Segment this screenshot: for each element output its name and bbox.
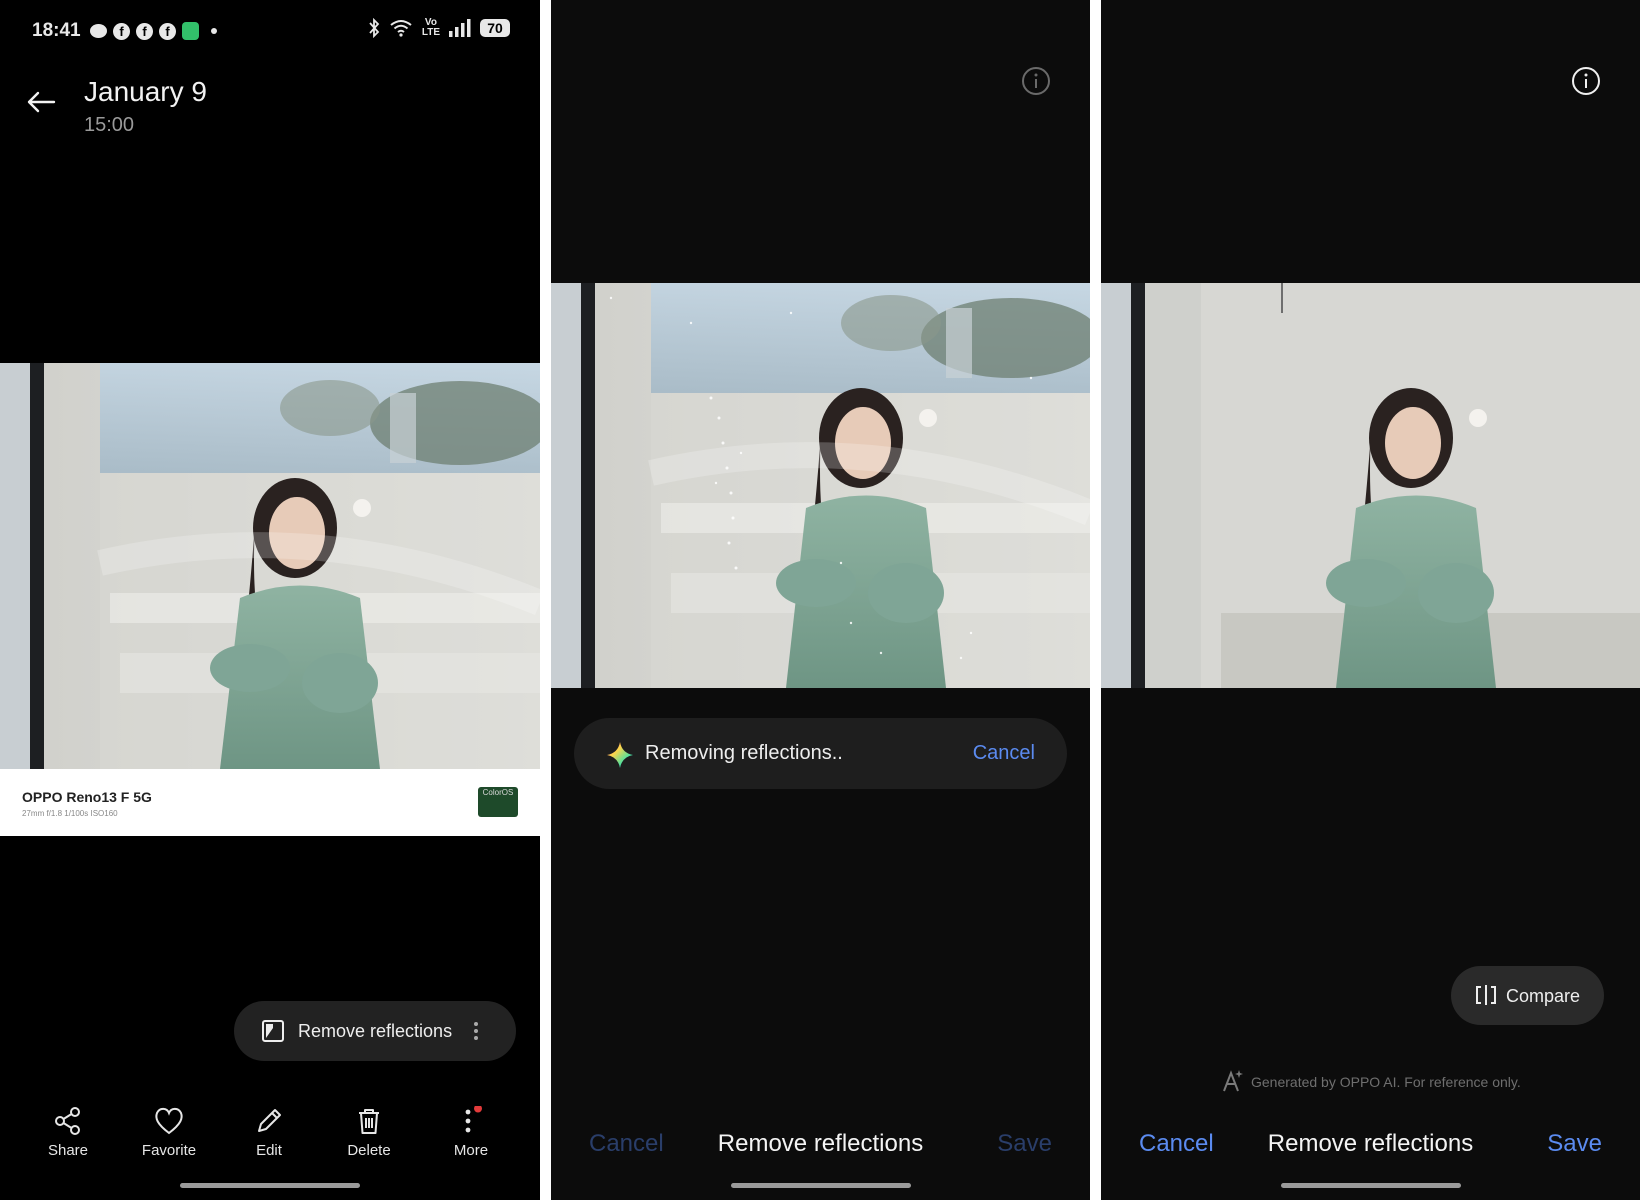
facebook-icon: f: [113, 22, 130, 40]
delete-button[interactable]: Delete: [324, 1106, 414, 1159]
share-button[interactable]: Share: [23, 1106, 113, 1159]
photo-original[interactable]: [0, 363, 540, 769]
more-label: More: [453, 1142, 489, 1159]
save-button-disabled[interactable]: Save: [997, 1130, 1052, 1158]
share-icon: [55, 1107, 80, 1135]
cancel-processing-button[interactable]: Cancel: [973, 742, 1035, 765]
ai-disclaimer: Generated by OPPO AI. For reference only…: [1251, 1074, 1521, 1090]
status-time: 18:41: [32, 20, 81, 41]
info-icon[interactable]: [1571, 66, 1601, 96]
favorite-button[interactable]: Favorite: [124, 1106, 214, 1159]
photo-date-title: January 9: [84, 76, 207, 107]
delete-label: Delete: [347, 1142, 391, 1159]
progress-text: Removing reflections..: [645, 742, 843, 764]
compare-icon: [1476, 985, 1496, 1005]
remove-reflections-suggestion[interactable]: Remove reflections: [234, 1001, 516, 1061]
viewer-toolbar: Share Favorite Edit Delete More: [0, 1106, 540, 1166]
trash-icon: [359, 1109, 379, 1134]
system-icons: Vo LTE 70: [368, 18, 510, 38]
remove-reflections-label: Remove reflections: [298, 1021, 453, 1041]
signal-icon: [449, 19, 471, 37]
edit-label: Edit: [256, 1142, 282, 1159]
camera-info-strip: OPPO Reno13 F 5G 27mm f/1.8 1/100s ISO16…: [0, 769, 540, 836]
progress-banner: Removing reflections.. Cancel: [574, 718, 1067, 789]
battery-icon: 70: [480, 19, 510, 37]
editor-bottom-bar: Cancel Remove reflections Save: [1101, 1130, 1640, 1170]
compare-label: Compare: [1506, 986, 1581, 1006]
photo-result: [1101, 283, 1640, 688]
share-label: Share: [47, 1142, 89, 1159]
processing-panel: Removing reflections.. Cancel Cancel Rem…: [551, 0, 1090, 1200]
camera-model: OPPO Reno13 F 5G: [22, 789, 152, 805]
home-indicator[interactable]: [730, 1183, 911, 1188]
facebook-icon: f: [136, 22, 153, 40]
home-indicator[interactable]: [180, 1183, 360, 1188]
camera-specs: 27mm f/1.8 1/100s ISO160: [22, 809, 118, 818]
chat-bubble-icon: [90, 24, 107, 38]
favorite-label: Favorite: [141, 1142, 197, 1159]
back-arrow-icon[interactable]: [26, 90, 56, 114]
bluetooth-icon: [369, 18, 380, 38]
more-options-icon[interactable]: [472, 1021, 480, 1041]
editor-bottom-bar: Cancel Remove reflections Save: [551, 1130, 1090, 1170]
wifi-icon: [390, 20, 412, 37]
more-vertical-icon: [465, 1106, 482, 1133]
result-panel: Compare Generated by OPPO AI. For refere…: [1101, 0, 1640, 1200]
edit-button[interactable]: Edit: [224, 1106, 314, 1159]
save-button[interactable]: Save: [1547, 1130, 1602, 1158]
volte-bottom: LTE: [421, 27, 440, 38]
heart-icon: [155, 1107, 183, 1135]
notification-icons: f f f: [90, 22, 217, 40]
compare-button[interactable]: Compare: [1451, 966, 1604, 1025]
home-indicator[interactable]: [1280, 1183, 1461, 1188]
reflection-icon: [262, 1020, 284, 1042]
volte-indicator: Vo LTE: [422, 18, 440, 38]
info-icon[interactable]: [1021, 66, 1051, 96]
ai-sparkle-icon: [607, 742, 633, 768]
photo-processing: [551, 283, 1090, 688]
photo-viewer-panel: 18:41 f f f Vo LTE 70 January 9 15:00 OP…: [0, 0, 540, 1200]
app-notification-icon: [182, 22, 199, 40]
status-bar: 18:41 f f f Vo LTE 70: [32, 18, 510, 44]
more-button[interactable]: More: [426, 1106, 516, 1159]
more-notifications-dot: [211, 28, 217, 34]
ai-generated-icon: [1223, 1070, 1243, 1092]
coloros-badge: ColorOS: [478, 787, 518, 817]
badge-text: ColorOS: [482, 788, 514, 797]
notification-dot: [474, 1106, 482, 1113]
pencil-icon: [258, 1109, 281, 1132]
facebook-icon: f: [159, 22, 176, 40]
photo-time-subtitle: 15:00: [84, 114, 135, 136]
